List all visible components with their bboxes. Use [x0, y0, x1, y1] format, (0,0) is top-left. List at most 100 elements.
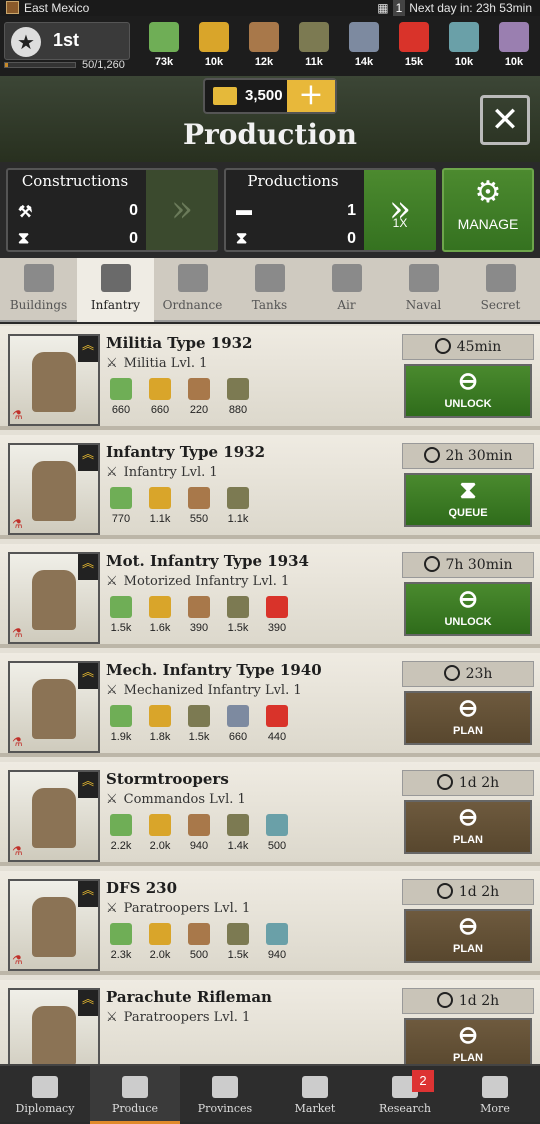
cost-item: 880	[223, 378, 253, 416]
region[interactable]: East Mexico	[6, 0, 89, 16]
air-icon	[331, 264, 362, 292]
resource-rare-materials[interactable]: 10k	[440, 20, 488, 68]
resource-icon	[149, 923, 171, 945]
productions-count: 1	[347, 202, 356, 219]
rank-chevron-icon: ︽	[78, 336, 98, 362]
nav-market[interactable]: Market	[270, 1066, 360, 1124]
nav-provinces[interactable]: Provinces	[180, 1066, 270, 1124]
tab-label: Infantry	[90, 298, 141, 312]
hourglass-icon: ⧗	[236, 230, 248, 247]
bottom-nav: Diplomacy Produce Provinces Market Research 2…	[0, 1064, 540, 1124]
steel-icon	[349, 22, 379, 52]
research-flask-icon: ⚗	[12, 953, 23, 967]
cost-item: 1.6k	[145, 596, 175, 634]
cost-item: 1.9k	[106, 705, 136, 743]
money-value: 73k	[154, 56, 174, 68]
status-bar: East Mexico ▦ 1 Next day in: 23h 53min	[0, 0, 540, 16]
cost-item: 2.0k	[145, 923, 175, 961]
soldier-illustration	[32, 570, 76, 630]
action-label: QUEUE	[448, 507, 488, 519]
xp-text: 50/1,260	[82, 59, 125, 71]
resource-icon	[266, 814, 288, 836]
cost-item: 660	[145, 378, 175, 416]
unit-list[interactable]: ︽ ⚗ Militia Type 1932 ⚔ Militia Lvl. 1 660 660…	[0, 324, 540, 1064]
cost-value: 880	[228, 404, 248, 416]
nav-research[interactable]: Research 2	[360, 1066, 450, 1124]
hourglass-icon: ⧗	[18, 230, 30, 247]
cost-item: 220	[184, 378, 214, 416]
plan-button[interactable]: ⊖ PLAN	[404, 909, 532, 963]
unit-class-label: Paratroopers Lvl. 1	[123, 1010, 251, 1025]
soldier-illustration	[32, 679, 76, 739]
unit-card[interactable]: ︽ ⚗ Mot. Infantry Type 1934 ⚔ Motorized Infa…	[0, 544, 540, 648]
resource-icon	[227, 705, 249, 727]
tab-secret[interactable]: Secret	[462, 258, 539, 322]
queue-button[interactable]: ⧗ QUEUE	[404, 473, 532, 527]
soldier-illustration	[32, 897, 76, 957]
unit-card[interactable]: ︽ ⚗ Militia Type 1932 ⚔ Militia Lvl. 1 660 660…	[0, 326, 540, 430]
soldier-illustration	[32, 788, 76, 848]
manage-button[interactable]: ⚙ MANAGE	[442, 168, 534, 252]
gear-icon: ⚙	[474, 175, 502, 210]
unlock-button[interactable]: ⊖ UNLOCK	[404, 364, 532, 418]
unit-name: Stormtroopers	[106, 770, 229, 788]
unit-card[interactable]: ︽ ⚗ DFS 230 ⚔ Paratroopers Lvl. 1 2.3k 2.0k 500…	[0, 871, 540, 975]
unit-image: ︽⚗	[8, 770, 100, 862]
tab-infantry[interactable]: Infantry	[77, 258, 154, 322]
cost-value: 940	[189, 840, 209, 852]
constructions-speedup-button[interactable]: »	[146, 170, 218, 250]
build-time: 2h 30min	[402, 443, 534, 469]
plan-button[interactable]: ⊖ PLAN	[404, 691, 532, 745]
buy-gold-button[interactable]: +	[287, 80, 335, 112]
cost-item: 2.3k	[106, 923, 136, 961]
tab-naval[interactable]: Naval	[385, 258, 462, 322]
class-icon: ⚔	[106, 1010, 118, 1025]
unlock-button[interactable]: ⊖ UNLOCK	[404, 582, 532, 636]
resource-goods[interactable]: 10k	[490, 20, 538, 68]
clock-icon	[443, 665, 460, 681]
cost-item: 390	[262, 596, 292, 634]
components-value: 12k	[254, 56, 274, 68]
unit-class-label: Commandos Lvl. 1	[123, 792, 246, 807]
resource-manpower[interactable]: 11k	[290, 20, 338, 68]
rank-badge[interactable]: ★ 1st	[4, 22, 130, 60]
unit-class-label: Motorized Infantry Lvl. 1	[123, 574, 290, 589]
research-flask-icon: ⚗	[12, 735, 23, 749]
resource-supplies[interactable]: 10k	[190, 20, 238, 68]
tab-air[interactable]: Air	[308, 258, 385, 322]
plan-button[interactable]: ⊖ PLAN	[404, 800, 532, 854]
unit-class: ⚔ Paratroopers Lvl. 1	[106, 901, 250, 916]
cost-value: 440	[267, 731, 287, 743]
unit-card[interactable]: ︽ ⚗ Stormtroopers ⚔ Commandos Lvl. 1 2.2k 2.0k…	[0, 762, 540, 866]
unit-class: ⚔ Paratroopers Lvl. 1	[106, 1010, 250, 1025]
plan-button[interactable]: ⊖ PLAN	[404, 1018, 532, 1064]
cost-item: 1.1k	[223, 487, 253, 525]
unit-image: ︽⚗	[8, 661, 100, 753]
close-button[interactable]: ✕	[480, 95, 530, 145]
resource-money[interactable]: 73k	[140, 20, 188, 68]
components-icon	[249, 22, 279, 52]
nav-diplomacy[interactable]: Diplomacy	[0, 1066, 90, 1124]
unit-image: ︽⚗	[8, 443, 100, 535]
tab-tanks[interactable]: Tanks	[231, 258, 308, 322]
productions-speedup-button[interactable]: » 1X	[364, 170, 436, 250]
build-time-value: 2h 30min	[445, 448, 513, 464]
nav-produce[interactable]: Produce	[90, 1066, 180, 1124]
region-name: East Mexico	[24, 1, 90, 15]
resource-steel[interactable]: 14k	[340, 20, 388, 68]
resource-components[interactable]: 12k	[240, 20, 288, 68]
nav-more[interactable]: More	[450, 1066, 540, 1124]
soldier-illustration	[32, 461, 76, 521]
lock-icon: ⊖	[457, 804, 479, 831]
resource-fuel[interactable]: 15k	[390, 20, 438, 68]
tab-label: Air	[337, 298, 356, 312]
unit-card[interactable]: ︽ ⚗ Infantry Type 1932 ⚔ Infantry Lvl. 1 770 1…	[0, 435, 540, 539]
resource-icon	[188, 378, 210, 400]
unit-name: Militia Type 1932	[106, 334, 253, 352]
cost-item: 2.2k	[106, 814, 136, 852]
tab-buildings[interactable]: Buildings	[0, 258, 77, 322]
unit-card[interactable]: ︽⚗ Parachute Rifleman ⚔ Paratroopers Lvl. 1…	[0, 980, 540, 1064]
resource-icon	[110, 923, 132, 945]
tab-ordnance[interactable]: Ordnance	[154, 258, 231, 322]
unit-card[interactable]: ︽ ⚗ Mech. Infantry Type 1940 ⚔ Mechanized In…	[0, 653, 540, 757]
